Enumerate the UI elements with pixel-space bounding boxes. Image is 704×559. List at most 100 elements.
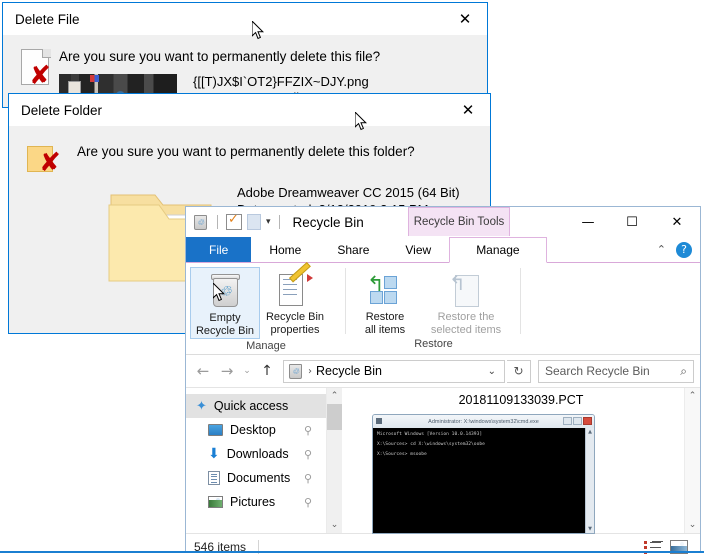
address-bar[interactable]: ♲ › Recycle Bin ⌄ [283, 360, 505, 383]
cmd-line: X:\Sources> cd X:\windows\system32\oobe [377, 442, 581, 447]
divider [279, 215, 280, 229]
maximize-button[interactable]: ☐ [610, 207, 654, 237]
pictures-icon [208, 496, 223, 508]
ribbon: ♲ Empty Recycle Bin Recycle Bin [186, 263, 700, 355]
search-icon[interactable]: ⌕ [680, 364, 687, 379]
scroll-up-icon[interactable]: ⌃ [685, 388, 700, 404]
quick-access-toolbar: ♲ ▾ [186, 214, 283, 231]
status-bar: 546 items [186, 533, 700, 559]
tab-share[interactable]: Share [319, 237, 387, 262]
tab-home[interactable]: Home [251, 237, 319, 262]
ribbon-group-label-restore: Restore [346, 337, 521, 354]
preview-image: Administrator: X:\windows\system32\cmd.e… [372, 414, 595, 534]
sidebar-item-label: Pictures [230, 495, 275, 509]
button-label-line2: Recycle Bin [196, 325, 254, 338]
close-icon[interactable]: ✕ [446, 95, 490, 126]
folder-delete-icon: ✘ [27, 146, 59, 176]
divider [217, 215, 218, 229]
preview-file-name: 20181109133039.PCT [342, 393, 700, 407]
collapse-ribbon-icon[interactable]: ⌃ [657, 243, 666, 256]
close-icon[interactable]: ✕ [443, 4, 487, 35]
tab-view[interactable]: View [387, 237, 449, 262]
search-placeholder: Search Recycle Bin [545, 364, 650, 378]
ribbon-empty-area [521, 263, 700, 354]
cmd-line: Microsoft Windows [Version 10.0.14393] [377, 432, 581, 437]
properties-check-icon[interactable] [226, 214, 242, 230]
recycle-bin-properties-icon [277, 271, 313, 311]
button-label-line1: Restore the [438, 311, 495, 324]
close-button[interactable]: ✕ [654, 207, 700, 237]
delete-file-title: Delete File [15, 12, 80, 27]
breadcrumb-recycle-bin[interactable]: Recycle Bin [316, 364, 382, 378]
pin-star-icon: ✦ [196, 399, 207, 414]
ribbon-group-label-manage: Manage [186, 339, 346, 354]
forward-button[interactable]: → [216, 362, 238, 380]
button-label-line2: selected items [431, 324, 501, 337]
restore-selected-items-icon: ↰ [449, 271, 483, 311]
back-button[interactable]: ← [192, 362, 214, 380]
scroll-down-icon[interactable]: ⌄ [327, 517, 342, 533]
restore-all-items-button[interactable]: ↰ Restore all items [350, 267, 420, 337]
file-name: {[[T)JX$I`OT2}FFZIX~DJY.png [193, 74, 369, 90]
button-label-line2: all items [365, 324, 405, 337]
cmd-line: X:\Sources> msoobe [377, 452, 581, 457]
documents-icon [208, 471, 220, 485]
refresh-button[interactable]: ↻ [507, 360, 531, 383]
scroll-down-icon[interactable]: ⌄ [685, 517, 700, 533]
minimize-button[interactable]: — [566, 207, 610, 237]
breadcrumb-separator: › [308, 366, 312, 377]
empty-recycle-bin-button[interactable]: ♲ Empty Recycle Bin [190, 267, 260, 339]
downloads-icon: ⬇ [208, 448, 220, 460]
button-label-line1: Recycle Bin [266, 311, 324, 324]
window-title: Recycle Bin [293, 215, 364, 230]
sidebar-item-desktop[interactable]: Desktop ⚲ [186, 418, 326, 442]
up-button[interactable]: ↑ [256, 363, 278, 379]
chevron-down-icon[interactable]: ⌄ [488, 366, 501, 377]
desktop-icon [208, 424, 223, 436]
navigation-scrollbar[interactable]: ⌃ ⌄ [326, 388, 342, 533]
navigation-pane: ✦ Quick access Desktop ⚲ ⬇ Downloads ⚲ D… [186, 388, 326, 533]
file-delete-icon: ✘ [21, 49, 51, 87]
sidebar-item-downloads[interactable]: ⬇ Downloads ⚲ [186, 442, 326, 466]
explorer-content: ✦ Quick access Desktop ⚲ ⬇ Downloads ⚲ D… [186, 387, 700, 533]
scrollbar-thumb[interactable] [327, 404, 342, 430]
recycle-bin-icon: ♲ [287, 363, 304, 380]
pin-icon[interactable]: ⚲ [304, 424, 312, 437]
explorer-titlebar: ♲ ▾ Recycle Bin Recycle Bin Tools — ☐ ✕ [186, 207, 700, 237]
empty-recycle-bin-icon: ♲ [208, 272, 242, 312]
pin-icon[interactable]: ⚲ [304, 472, 312, 485]
ribbon-group-manage: ♲ Empty Recycle Bin Recycle Bin [186, 263, 346, 354]
window-controls: — ☐ ✕ [566, 207, 700, 237]
page-icon[interactable] [247, 214, 261, 230]
address-toolbar: ← → ⌄ ↑ ♲ › Recycle Bin ⌄ ↻ Search Recyc… [186, 355, 700, 387]
sidebar-item-documents[interactable]: Documents ⚲ [186, 466, 326, 490]
recycle-bin-icon[interactable]: ♲ [192, 214, 209, 231]
search-input[interactable]: Search Recycle Bin ⌕ [538, 360, 694, 383]
delete-file-titlebar: Delete File ✕ [3, 3, 487, 35]
scroll-up-icon[interactable]: ⌃ [327, 388, 342, 404]
restore-selected-items-button: ↰ Restore the selected items [420, 267, 512, 337]
restore-all-items-icon: ↰ [367, 271, 403, 311]
button-label-line1: Empty [209, 312, 240, 325]
chevron-down-icon[interactable]: ▾ [266, 217, 271, 227]
pin-icon[interactable]: ⚲ [304, 448, 312, 461]
preview-scrollbar[interactable]: ⌃ ⌄ [684, 388, 700, 533]
cmd-title: Administrator: X:\windows\system32\cmd.e… [373, 419, 594, 425]
cmd-console-output: Microsoft Windows [Version 10.0.14393] X… [373, 428, 585, 533]
help-icon[interactable]: ? [676, 242, 692, 258]
button-label-line2: properties [271, 324, 320, 337]
tab-file[interactable]: File [186, 237, 251, 262]
delete-file-question: Are you sure you want to permanently del… [59, 49, 487, 64]
recycle-bin-properties-button[interactable]: Recycle Bin properties [260, 267, 330, 339]
tab-manage[interactable]: Manage [449, 237, 546, 263]
sidebar-item-quick-access[interactable]: ✦ Quick access [186, 394, 326, 418]
recent-locations-icon[interactable]: ⌄ [240, 366, 254, 376]
cmd-titlebar: Administrator: X:\windows\system32\cmd.e… [373, 415, 594, 428]
ribbon-group-restore: ↰ Restore all items ↰ Restore the select… [346, 263, 521, 354]
delete-folder-title: Delete Folder [21, 103, 102, 118]
cmd-scrollbar: ▲ ▼ [585, 428, 594, 533]
pin-icon[interactable]: ⚲ [304, 496, 312, 509]
sidebar-item-label: Documents [227, 471, 290, 485]
sidebar-item-pictures[interactable]: Pictures ⚲ [186, 490, 326, 514]
delete-folder-titlebar: Delete Folder ✕ [9, 94, 490, 126]
